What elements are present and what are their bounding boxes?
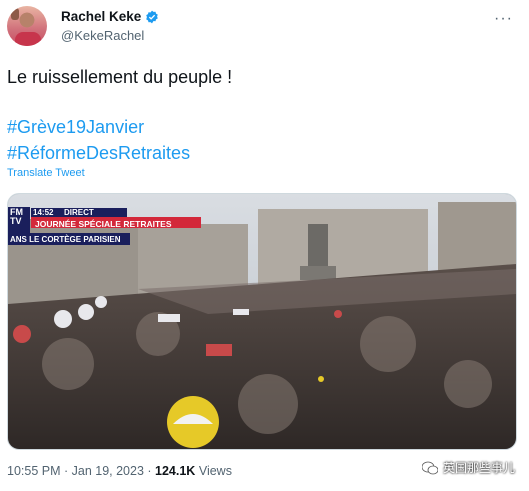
author-handle[interactable]: @KekeRachel (61, 28, 144, 43)
watermark: 英国那些事儿 (421, 459, 515, 476)
author-name-row[interactable]: Rachel Keke (61, 9, 159, 24)
watermark-text: 英国那些事儿 (442, 461, 515, 475)
tweet-date[interactable]: Jan 19, 2023 (72, 464, 144, 478)
views-count: 124.1K (155, 464, 196, 478)
wechat-icon (421, 461, 438, 474)
author-name[interactable]: Rachel Keke (61, 9, 141, 24)
tweet-footer: 10:55 PM · Jan 19, 2023 · 124.1K Views (7, 464, 232, 478)
views-label: Views (198, 464, 232, 478)
raised-fist-figure (11, 8, 19, 20)
more-options-icon[interactable]: ··· (494, 10, 513, 28)
overlay-subtitle: ANS LE CORTÈGE PARISIEN (10, 235, 121, 244)
avatar[interactable] (7, 6, 47, 46)
hashtag-link[interactable]: #Grève19Janvier (7, 116, 144, 138)
tweet-media-image[interactable]: FM TV 14:52 DIRECT JOURNÉE SPÉCIALE RETR… (7, 193, 517, 450)
translate-tweet-link[interactable]: Translate Tweet (7, 167, 85, 179)
overlay-live-label: DIRECT (64, 208, 94, 217)
channel-logo: FM TV (10, 207, 23, 226)
overlay-time: 14:52 (33, 208, 54, 217)
verified-badge-icon (146, 10, 159, 23)
avatar-shirt (15, 32, 41, 46)
tweet-text: Le ruissellement du peuple ! (7, 67, 233, 87)
tweet-time[interactable]: 10:55 PM (7, 464, 61, 478)
overlay-banner: JOURNÉE SPÉCIALE RETRAITES (35, 219, 172, 229)
crowd-photo (8, 194, 516, 449)
hashtag-link[interactable]: #RéformeDesRetraites (7, 142, 190, 164)
